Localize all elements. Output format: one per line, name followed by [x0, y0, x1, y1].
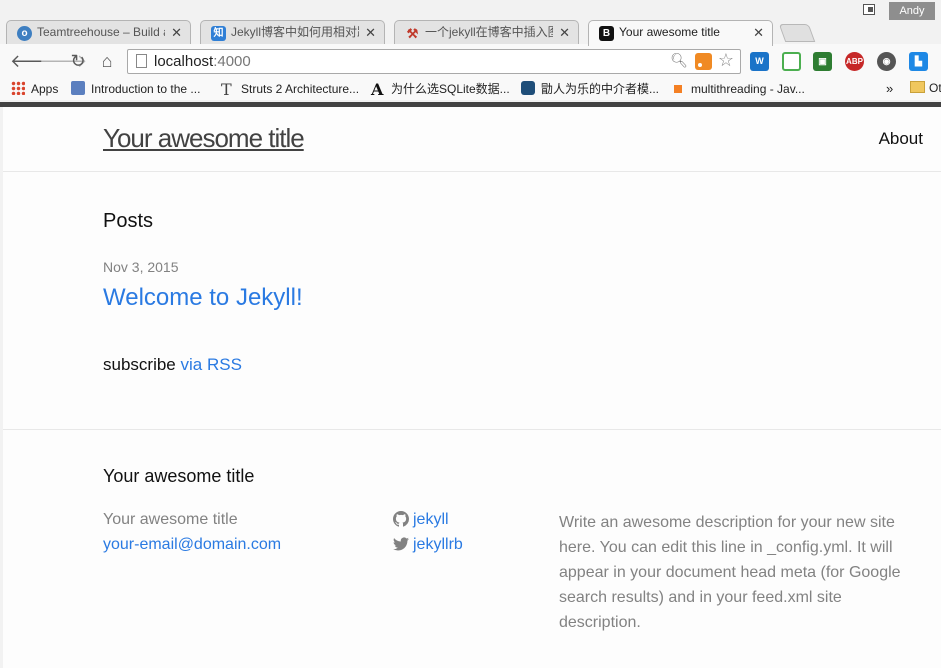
close-tab-icon[interactable]: ✕: [753, 21, 764, 44]
tab-jekyll-image[interactable]: ⚒ 一个jekyll在博客中插入图 ✕: [394, 20, 579, 45]
site-header: Your awesome title About: [3, 107, 941, 172]
tools-icon: ⚒: [406, 26, 419, 41]
url-host: localhost: [154, 53, 214, 70]
page-viewport: Your awesome title About Posts Nov 3, 20…: [3, 107, 941, 668]
t-letter-icon: T: [221, 80, 232, 99]
close-tab-icon[interactable]: ✕: [171, 21, 182, 44]
bookmark-star-icon[interactable]: ☆: [718, 50, 734, 71]
back-arrow-icon[interactable]: 🡐: [10, 51, 58, 71]
search-icon[interactable]: 🔍︎: [670, 52, 688, 69]
url-port: :4000: [213, 53, 251, 70]
subscribe-text: subscribe: [103, 355, 176, 374]
page-icon: [136, 54, 147, 68]
bookmarks-overflow-button[interactable]: »: [886, 81, 893, 96]
main-content: Posts Nov 3, 2015 Welcome to Jekyll! sub…: [3, 172, 941, 430]
bookmark-sqlite[interactable]: A 为什么选SQLite数据...: [371, 80, 510, 99]
tab-strip: o Teamtreehouse – Build a ✕ 知 Jekyll博客中如…: [0, 18, 941, 46]
tab-label: Your awesome title: [619, 25, 720, 39]
github-icon: [393, 511, 409, 527]
tab-teamtreehouse[interactable]: o Teamtreehouse – Build a ✕: [6, 20, 191, 45]
stackoverflow-icon: [671, 81, 685, 95]
close-tab-icon[interactable]: ✕: [559, 21, 570, 44]
bookmark-introduction[interactable]: Introduction to the ...: [71, 81, 200, 97]
rss-link[interactable]: via RSS: [181, 355, 242, 374]
bookmark-multithreading[interactable]: multithreading - Jav...: [671, 81, 805, 97]
tab-jekyll-zhihu[interactable]: 知 Jekyll博客中如何用相对路 ✕: [200, 20, 385, 45]
close-tab-icon[interactable]: ✕: [365, 21, 376, 44]
ext-w-icon[interactable]: W: [750, 52, 769, 71]
window-restore-icon[interactable]: [863, 4, 875, 15]
tab-label: Jekyll博客中如何用相对路: [231, 25, 359, 39]
bookmark-apps[interactable]: Apps: [11, 81, 58, 97]
github-link[interactable]: jekyll: [393, 511, 449, 529]
ext-film-icon[interactable]: ◉: [877, 52, 896, 71]
nav-about-link[interactable]: About: [879, 129, 923, 149]
reload-icon[interactable]: ↻: [68, 51, 88, 71]
rss-icon[interactable]: [695, 53, 712, 70]
footer-email-link[interactable]: your-email@domain.com: [103, 536, 281, 554]
bookmark-label: 为什么选SQLite数据...: [391, 82, 510, 96]
ext-green-circle-icon[interactable]: [782, 52, 801, 71]
post-title-link[interactable]: Welcome to Jekyll!: [103, 284, 303, 312]
tab-label: 一个jekyll在博客中插入图: [425, 25, 553, 39]
adblock-icon[interactable]: ABP: [845, 52, 864, 71]
subscribe-line: subscribe via RSS: [103, 355, 242, 375]
c-logo-icon: [521, 81, 535, 95]
twitter-username: jekyllrb: [413, 536, 463, 553]
bookmark-label: 勖人为乐的中介者模...: [541, 82, 660, 96]
tab-label: Teamtreehouse – Build a: [37, 25, 165, 39]
footer-heading: Your awesome title: [103, 466, 255, 486]
bookmark-mediator[interactable]: 勖人为乐的中介者模...: [521, 81, 659, 97]
a-letter-icon: A: [371, 80, 384, 99]
new-tab-button[interactable]: [778, 24, 816, 42]
bookmarks-bar: Apps Introduction to the ... T Struts 2 A…: [0, 78, 941, 100]
zhihu-icon: 知: [211, 26, 226, 41]
bookmark-other-folder[interactable]: Ot: [910, 81, 941, 95]
bootstrap-icon: B: [599, 26, 614, 41]
bookmark-label: Apps: [31, 82, 59, 96]
ext-robot-icon[interactable]: ▣: [813, 52, 832, 71]
bookmark-label: Struts 2 Architecture...: [241, 82, 360, 96]
bookmark-label: Ot: [929, 81, 941, 95]
browser-chrome: Andy o Teamtreehouse – Build a ✕ 知 Jekyl…: [0, 0, 941, 107]
bookmark-label: Introduction to the ...: [91, 82, 201, 96]
footer-site-name: Your awesome title: [103, 511, 238, 528]
post-date: Nov 3, 2015: [103, 259, 179, 275]
folder-icon: [910, 81, 925, 93]
footer-description: Write an awesome description for your ne…: [559, 514, 901, 631]
ext-blue-window-icon[interactable]: ▙: [909, 52, 928, 71]
twitter-icon: [393, 537, 409, 551]
toolbar: 🡐 🡒 ↻ ⌂ localhost:4000 🔍︎ ☆ W ▣ ABP ◉ ▙: [0, 44, 941, 78]
tab-your-awesome-title[interactable]: B Your awesome title ✕: [588, 20, 773, 46]
twitter-link[interactable]: jekyllrb: [393, 536, 463, 554]
home-icon[interactable]: ⌂: [97, 51, 117, 71]
url-text[interactable]: localhost:4000: [154, 53, 251, 70]
posts-heading: Posts: [103, 210, 154, 232]
bookmark-struts[interactable]: T Struts 2 Architecture...: [221, 80, 360, 99]
apps-grid-icon: [11, 81, 25, 95]
github-username: jekyll: [413, 511, 449, 528]
site-title-link[interactable]: Your awesome title: [103, 123, 305, 154]
address-bar[interactable]: localhost:4000 🔍︎ ☆: [127, 49, 741, 74]
cube-icon: [71, 81, 85, 95]
forward-arrow-icon[interactable]: 🡒: [39, 51, 87, 71]
treehouse-icon: o: [17, 26, 32, 41]
bookmark-label: multithreading - Jav...: [691, 82, 805, 96]
site-footer: Your awesome title Your awesome title yo…: [3, 430, 941, 667]
title-bar: Andy: [0, 0, 941, 20]
